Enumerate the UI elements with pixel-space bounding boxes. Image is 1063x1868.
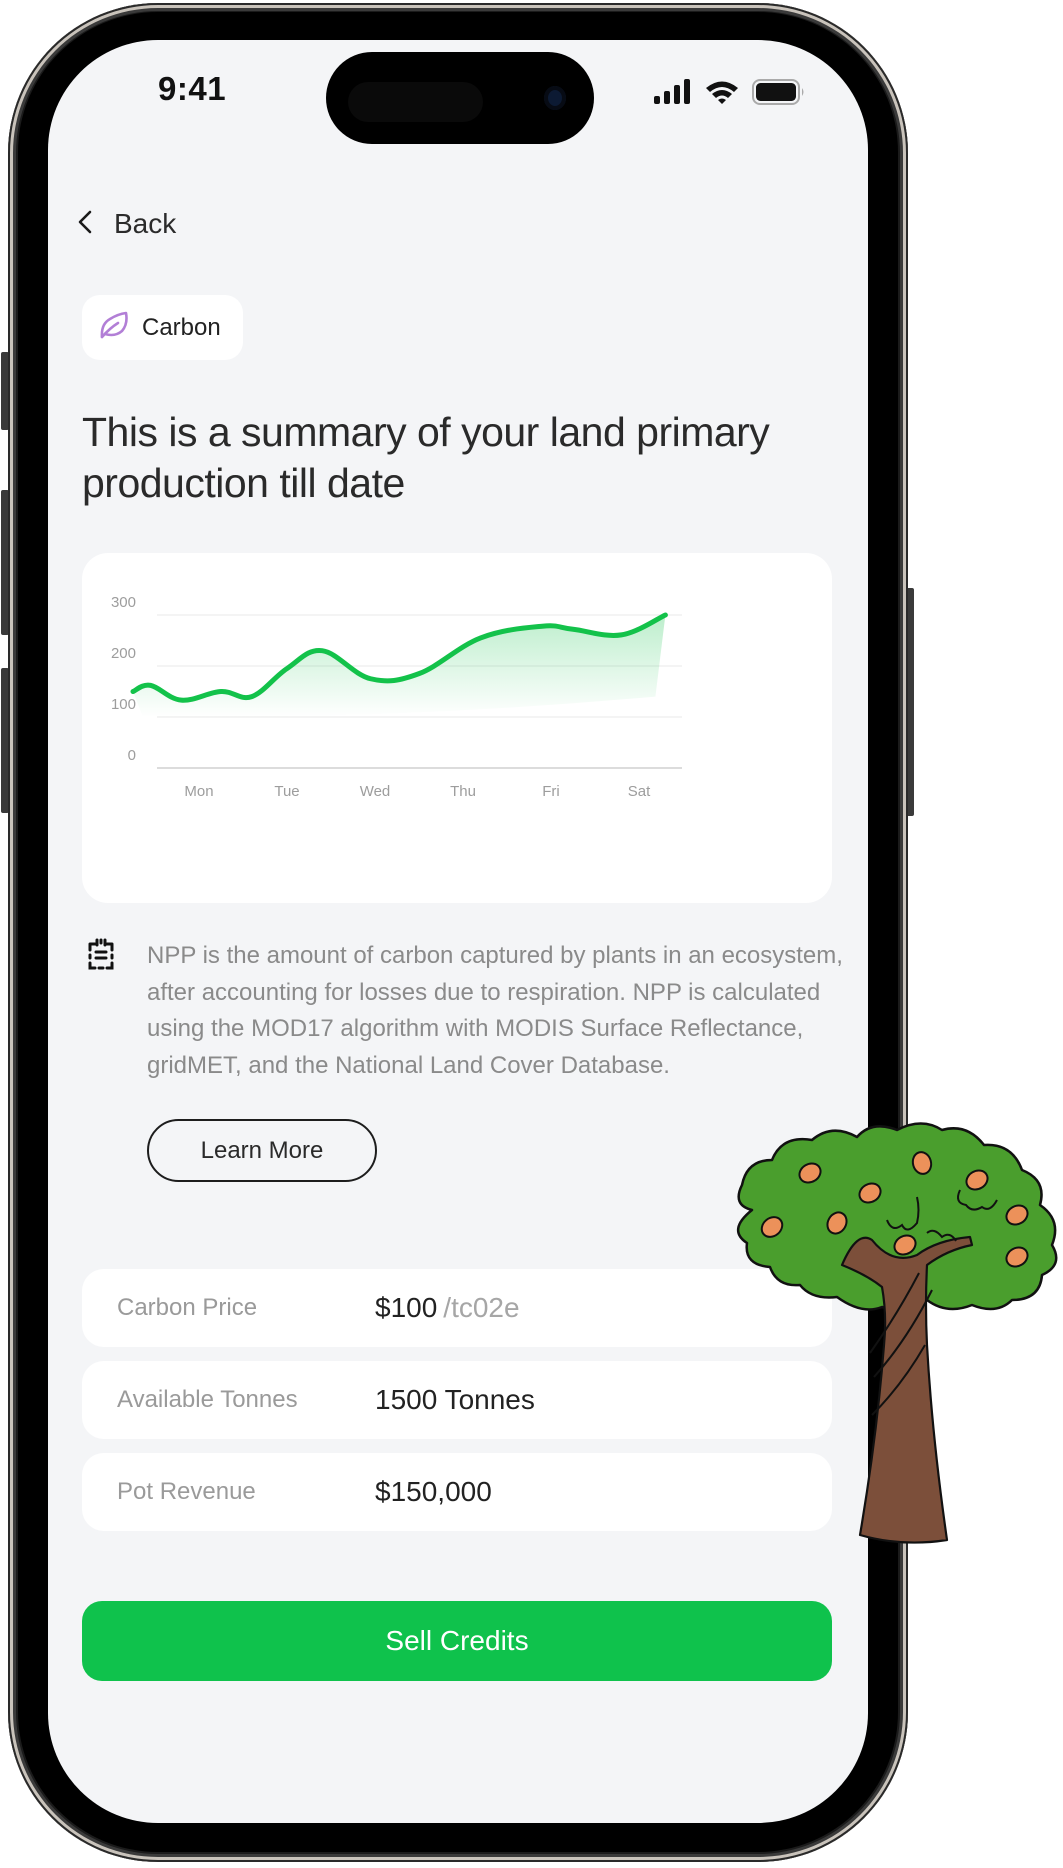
x-tick-label: Tue <box>274 783 299 800</box>
screen: 9:41 Back Carbon This is a summary of yo… <box>48 40 868 1823</box>
info-row-pot-revenue: Pot Revenue $150,000 <box>82 1453 832 1531</box>
info-value: 1500 Tonnes <box>375 1384 535 1415</box>
chip-label: Carbon <box>142 313 221 341</box>
y-tick-label: 300 <box>111 594 136 611</box>
y-tick-label: 200 <box>111 645 136 662</box>
x-tick-label: Mon <box>184 783 213 800</box>
carbon-price-unit: /tc02e <box>443 1292 520 1323</box>
x-tick-label: Fri <box>542 783 560 800</box>
info-row-available-tonnes: Available Tonnes 1500 Tonnes <box>82 1361 832 1439</box>
battery-icon <box>752 78 806 111</box>
learn-more-button[interactable]: Learn More <box>147 1119 377 1182</box>
island-sensor <box>348 82 483 122</box>
x-tick-label: Wed <box>360 783 391 800</box>
fruit-tree-illustration <box>722 1115 1063 1550</box>
y-tick-label: 0 <box>128 747 136 764</box>
clipboard-list-icon <box>86 938 116 977</box>
info-value: $100/tc02e <box>375 1292 520 1324</box>
info-value: $150,000 <box>375 1476 492 1507</box>
chevron-left-icon <box>78 210 92 239</box>
npp-line-chart: 0 100 200 300 Mon Tue Wed Thu Fri Sat <box>111 594 682 800</box>
sell-credits-button[interactable]: Sell Credits <box>82 1601 832 1681</box>
info-row-carbon-price: Carbon Price $100/tc02e <box>82 1269 832 1347</box>
npp-description: NPP is the amount of carbon captured by … <box>147 942 843 1079</box>
info-label: Pot Revenue <box>117 1478 256 1505</box>
wifi-icon <box>704 79 740 110</box>
page-title: This is a summary of your land primary p… <box>82 409 770 506</box>
carbon-price-value: $100 <box>375 1292 438 1323</box>
y-tick-label: 100 <box>111 696 136 713</box>
cellular-signal-icon <box>654 79 692 110</box>
npp-chart-card: 0 100 200 300 Mon Tue Wed Thu Fri Sat <box>82 553 832 903</box>
category-chip[interactable]: Carbon <box>82 295 243 360</box>
info-label: Available Tonnes <box>117 1386 298 1413</box>
front-camera-icon <box>544 86 566 110</box>
status-icons <box>654 78 806 111</box>
info-label: Carbon Price <box>117 1294 258 1321</box>
dynamic-island <box>326 52 594 144</box>
x-tick-label: Sat <box>628 783 651 800</box>
leaf-icon <box>98 310 130 345</box>
status-time: 9:41 <box>158 70 227 107</box>
back-button[interactable]: Back <box>78 208 176 240</box>
x-tick-label: Thu <box>450 783 476 800</box>
back-label: Back <box>114 208 177 239</box>
